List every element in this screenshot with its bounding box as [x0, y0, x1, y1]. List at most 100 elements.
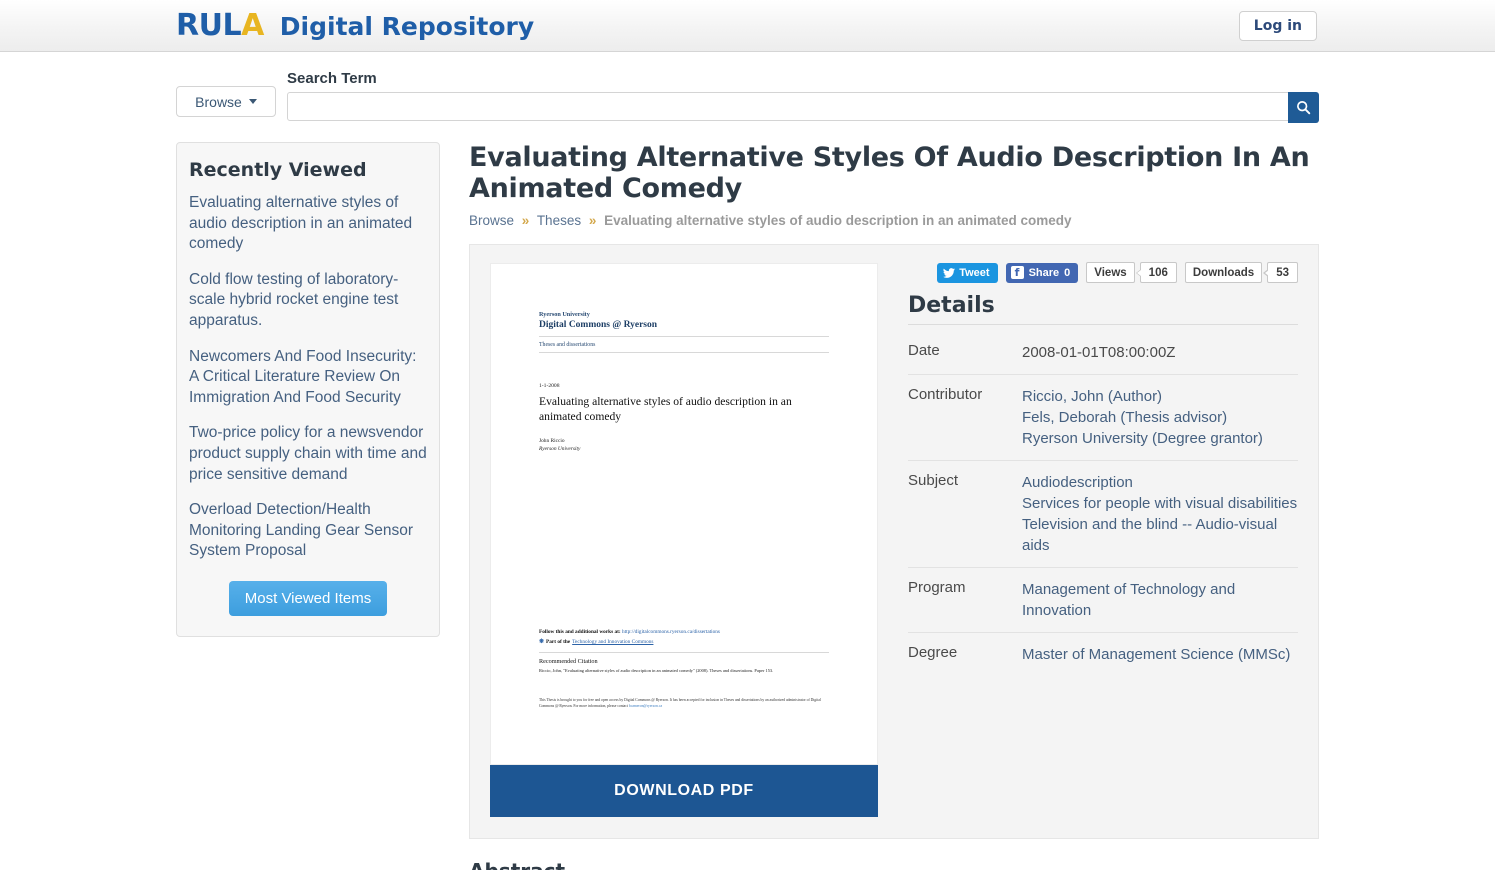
breadcrumb-separator-icon: »	[588, 212, 597, 228]
details-heading: Details	[908, 293, 1298, 325]
pdf-bottom-block: Follow this and additional works at: htt…	[539, 629, 829, 710]
pdf-footer-text: This Thesis is brought to you for free a…	[539, 697, 829, 710]
facebook-share-label: Share	[1028, 266, 1060, 279]
subject-link-1[interactable]: Services for people with visual disabili…	[1022, 493, 1298, 514]
facebook-share-button[interactable]: f Share 0	[1005, 262, 1079, 283]
page-title: Evaluating Alternative Styles Of Audio D…	[469, 142, 1310, 205]
sidebar-item-1[interactable]: Cold flow testing of laboratory-scale hy…	[189, 270, 427, 332]
commons-badge-icon: ❋	[539, 639, 545, 646]
twitter-bird-icon	[943, 267, 956, 278]
sidebar-item-4[interactable]: Overload Detection/Health Monitoring Lan…	[189, 500, 427, 562]
pdf-divider	[539, 652, 829, 654]
search-row	[287, 92, 1319, 123]
row-label-program: Program	[908, 578, 966, 596]
pdf-divider	[539, 336, 829, 338]
search-submit-button[interactable]	[1288, 92, 1319, 123]
pdf-follow-link[interactable]: http://digitalcommons.ryerson.ca/dissert…	[622, 629, 720, 635]
table-row: Contributor Riccio, John (Author) Fels, …	[908, 374, 1298, 461]
pdf-author-affiliation: Ryerson University	[539, 446, 581, 453]
subject-link-0[interactable]: Audiodescription	[1022, 472, 1298, 493]
main-content: Evaluating Alternative Styles Of Audio D…	[469, 142, 1319, 870]
breadcrumb-item-1[interactable]: Theses	[537, 213, 581, 228]
abstract-heading: Abstract	[469, 859, 1319, 870]
breadcrumb-item-0[interactable]: Browse	[469, 213, 514, 228]
facebook-f-icon: f	[1010, 266, 1024, 280]
pdf-part-link[interactable]: Technology and Innovation Commons	[572, 639, 653, 645]
downloads-count: 53	[1263, 262, 1298, 284]
table-row: Date 2008-01-01T08:00:00Z	[908, 331, 1298, 375]
site-header: RULA Digital Repository Log in	[0, 0, 1495, 52]
pdf-collection: Theses and dissertations	[539, 342, 596, 349]
tweet-button[interactable]: Tweet	[937, 262, 998, 283]
sidebar-heading: Recently Viewed	[189, 159, 367, 181]
table-row: Subject Audiodescription Services for pe…	[908, 460, 1298, 568]
pdf-preview-column: Ryerson University Digital Commons @ Rye…	[490, 262, 878, 818]
tweet-label: Tweet	[959, 266, 990, 279]
page-body: Recently Viewed Evaluating alternative s…	[0, 142, 1495, 870]
login-button[interactable]: Log in	[1238, 11, 1317, 41]
row-value-degree: Master of Management Science (MMSc)	[1022, 632, 1298, 676]
details-table: Date 2008-01-01T08:00:00Z Contributor Ri…	[908, 331, 1298, 676]
breadcrumb: Browse » Theses » Evaluating alternative…	[469, 213, 1319, 228]
pdf-divider	[539, 352, 829, 354]
work-content-panel: Ryerson University Digital Commons @ Rye…	[469, 243, 1319, 839]
download-pdf-button[interactable]: DOWNLOAD PDF	[490, 764, 878, 817]
brand[interactable]: RULA Digital Repository	[176, 8, 534, 43]
browse-label: Browse	[195, 93, 242, 110]
pdf-footer-email-link[interactable]: bcameron@ryerson.ca	[629, 704, 662, 708]
row-value-contributor: Riccio, John (Author) Fels, Deborah (The…	[1022, 374, 1298, 460]
search-icon	[1297, 101, 1311, 115]
row-label-subject: Subject	[908, 471, 959, 489]
contributor-link-0[interactable]: Riccio, John (Author)	[1022, 386, 1298, 407]
pdf-citation-heading: Recommended Citation	[539, 658, 598, 666]
site-title: Digital Repository	[279, 12, 535, 41]
contributor-link-1[interactable]: Fels, Deborah (Thesis advisor)	[1022, 407, 1298, 428]
table-row: Degree Master of Management Science (MMS…	[908, 632, 1298, 676]
pdf-thumbnail[interactable]: Ryerson University Digital Commons @ Rye…	[490, 262, 878, 765]
search-bar: Browse Search Term	[0, 70, 1495, 123]
table-row: Program Management of Technology and Inn…	[908, 567, 1298, 633]
row-value-subject: Audiodescription Services for people wit…	[1022, 460, 1298, 567]
pdf-university: Ryerson University	[539, 310, 590, 318]
facebook-share-count: 0	[1064, 266, 1071, 279]
pdf-author-block: John Riccio Ryerson University	[539, 438, 829, 454]
pdf-citation-text: Riccio, John, "Evaluating alternative st…	[539, 668, 774, 674]
row-value-date: 2008-01-01T08:00:00Z	[1022, 331, 1298, 375]
pdf-footer-body: This Thesis is brought to you for free a…	[539, 698, 821, 709]
degree-link-0[interactable]: Master of Management Science (MMSc)	[1022, 644, 1298, 665]
pdf-follow-prefix: Follow this and additional works at:	[539, 628, 621, 635]
program-link-0[interactable]: Management of Technology and Innovation	[1022, 579, 1298, 621]
pdf-part-prefix: Part of the	[546, 638, 571, 645]
rula-logo: RULA	[176, 8, 264, 43]
chevron-down-icon	[248, 99, 257, 104]
logo-primary-text: RUL	[176, 8, 242, 43]
pdf-repository: Digital Commons @ Ryerson	[539, 319, 658, 330]
search-input[interactable]	[287, 92, 1289, 121]
most-viewed-items-button[interactable]: Most Viewed Items	[228, 580, 388, 616]
views-count: 106	[1135, 262, 1177, 284]
downloads-metric: Downloads 53	[1184, 262, 1298, 284]
breadcrumb-separator-icon: »	[521, 212, 530, 228]
sidebar-item-2[interactable]: Newcomers And Food Insecurity: A Critica…	[189, 347, 427, 409]
subject-link-2[interactable]: Television and the blind -- Audio-visual…	[1022, 514, 1298, 556]
search-term-label: Search Term	[287, 70, 377, 87]
sidebar-item-0[interactable]: Evaluating alternative styles of audio d…	[189, 193, 427, 255]
date-value: 2008-01-01T08:00:00Z	[1022, 343, 1176, 361]
contributor-link-2[interactable]: Ryerson University (Degree grantor)	[1022, 428, 1298, 449]
breadcrumb-current: Evaluating alternative styles of audio d…	[604, 212, 1072, 228]
sidebar-item-3[interactable]: Two-price policy for a newsvendor produc…	[189, 423, 427, 485]
row-value-program: Management of Technology and Innovation	[1022, 567, 1298, 632]
pdf-title: Evaluating alternative styles of audio d…	[539, 395, 792, 423]
logo-accent-text: A	[241, 8, 264, 43]
views-metric: Views 106	[1086, 262, 1177, 284]
row-label-degree: Degree	[908, 643, 958, 661]
views-label: Views	[1086, 262, 1135, 284]
pdf-date: 1-1-2008	[539, 383, 560, 390]
browse-dropdown-button[interactable]: Browse	[176, 86, 276, 117]
downloads-label: Downloads	[1184, 262, 1263, 284]
row-label-date: Date	[908, 341, 940, 359]
recently-viewed-sidebar: Recently Viewed Evaluating alternative s…	[176, 142, 440, 637]
social-metrics-row: Tweet f Share 0 Views 106 Downloads 53	[908, 262, 1298, 284]
details-column: Tweet f Share 0 Views 106 Downloads 53 D…	[908, 262, 1298, 818]
sidebar-button-wrap: Most Viewed Items	[189, 580, 427, 616]
